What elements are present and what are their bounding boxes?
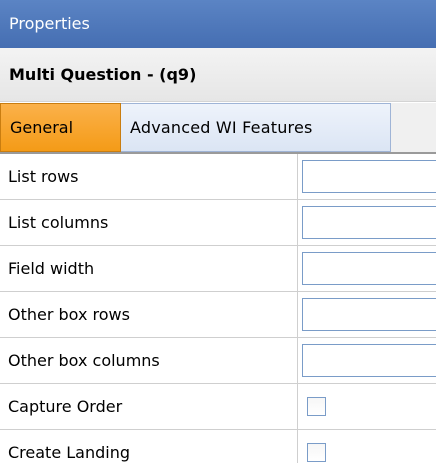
property-row-field-width: Field width <box>0 246 436 292</box>
create-landing-checkbox[interactable] <box>307 443 326 462</box>
property-label: List rows <box>0 154 298 199</box>
property-row-list-columns: List columns <box>0 200 436 246</box>
property-label: Other box columns <box>0 338 298 383</box>
capture-order-checkbox[interactable] <box>307 397 326 416</box>
list-rows-input[interactable] <box>302 160 436 193</box>
property-row-create-landing: Create Landing <box>0 430 436 463</box>
property-label: Capture Order <box>0 384 298 429</box>
property-row-other-box-rows: Other box rows <box>0 292 436 338</box>
property-label: Other box rows <box>0 292 298 337</box>
property-row-other-box-columns: Other box columns <box>0 338 436 384</box>
field-width-input[interactable] <box>302 252 436 285</box>
property-row-list-rows: List rows <box>0 154 436 200</box>
tab-bar: General Advanced WI Features <box>0 103 436 152</box>
tab-advanced-wi-features[interactable]: Advanced WI Features <box>121 103 391 152</box>
tab-general[interactable]: General <box>0 103 121 152</box>
properties-panel: Properties Multi Question - (q9) General… <box>0 0 436 463</box>
property-grid: List rows List columns Field width Other… <box>0 154 436 463</box>
question-title: Multi Question - (q9) <box>0 48 436 102</box>
other-box-columns-input[interactable] <box>302 344 436 377</box>
property-label: List columns <box>0 200 298 245</box>
property-label: Field width <box>0 246 298 291</box>
property-row-capture-order: Capture Order <box>0 384 436 430</box>
property-label: Create Landing <box>0 430 298 463</box>
list-columns-input[interactable] <box>302 206 436 239</box>
panel-title: Properties <box>0 0 436 48</box>
other-box-rows-input[interactable] <box>302 298 436 331</box>
